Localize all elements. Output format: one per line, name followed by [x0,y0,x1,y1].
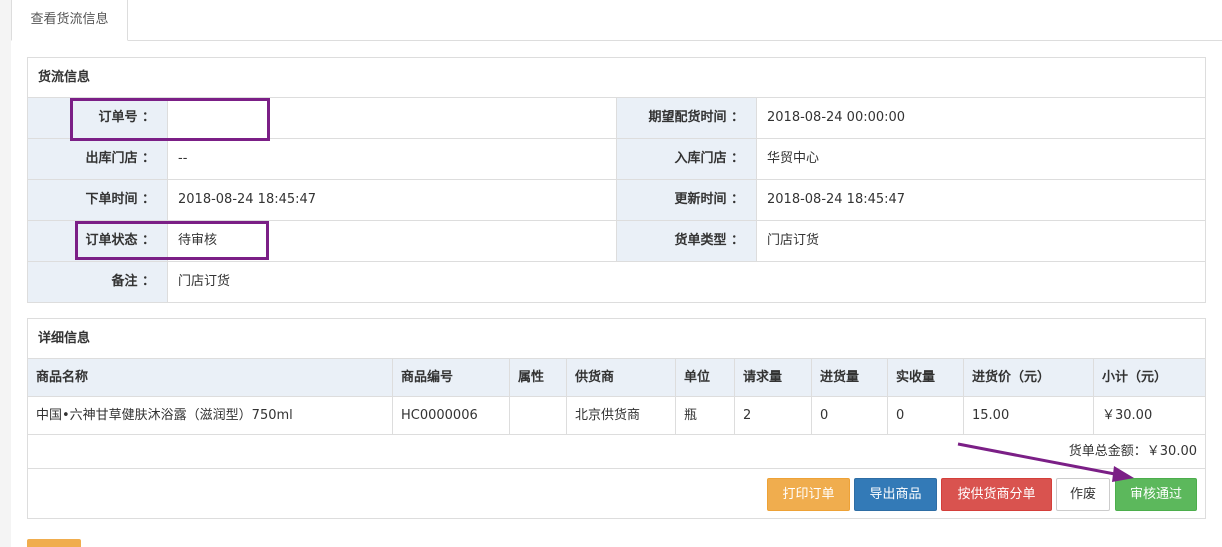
tab-view-cargo-info[interactable]: 查看货流信息 [11,0,128,41]
subtotal-cell: ￥30.00 [1102,408,1153,423]
info-row-status: 订单状态 ： 待审核 货单类型 ： 门店订货 [28,221,1205,262]
unit-cell: 瓶 [676,397,735,434]
order-time-label: 下单时间 ： [28,180,168,220]
cargo-info-panel: 货流信息 订单号 ： 期望配货时间 ： 2018-08-24 00:00:00 … [27,57,1206,303]
column-header: 商品编号 [393,359,510,396]
table-row: 中国•六神甘草健肤沐浴露（滋润型）750ml HC0000006 北京供货商 瓶… [28,397,1205,435]
left-sidebar-strip [0,0,11,547]
update-time-label: 更新时间 ： [616,180,757,220]
info-row-stores: 出库门店 ： -- 入库门店 ： 华贸中心 [28,139,1205,180]
order-time-value: 2018-08-24 18:45:47 [178,192,317,207]
requested-qty-cell: 2 [735,397,812,434]
info-row-remark: 备注 ： 门店订货 [28,262,1205,303]
inbound-store-value: 华贸中心 [767,151,820,166]
remark-label: 备注 ： [28,262,168,302]
order-number-label: 订单号 ： [28,98,168,138]
column-header: 供货商 [567,359,676,396]
column-header: 实收量 [888,359,964,396]
attribute-cell [510,397,567,434]
column-header: 属性 [510,359,567,396]
tab-bar: 查看货流信息 [11,0,1222,41]
order-type-label: 货单类型 ： [616,221,757,261]
inbound-store-label: 入库门店 ： [616,139,757,179]
product-code-cell: HC0000006 [393,397,510,434]
order-status-value: 待审核 [178,233,218,248]
order-type-value: 门店订货 [767,233,820,248]
print-order-button[interactable]: 打印订单 [767,478,850,511]
outbound-store-label: 出库门店 ： [28,139,168,179]
column-header: 单位 [676,359,735,396]
detail-info-panel: 详细信息 商品名称 商品编号 属性 供货商 单位 请求量 进货量 实收量 进货价… [27,318,1206,519]
order-status-label: 订单状态 ： [28,221,168,261]
action-button-bar: 打印订单 导出商品 按供货商分单 作废 审核通过 [28,469,1205,519]
detail-info-title: 详细信息 [28,319,1205,359]
update-time-value: 2018-08-24 18:45:47 [767,192,906,207]
purchase-qty-cell: 0 [812,397,888,434]
column-header: 进货价（元） [964,359,1094,396]
order-total-amount: 货单总金额：￥30.00 [28,435,1205,469]
column-header: 进货量 [812,359,888,396]
column-header: 商品名称 [28,359,393,396]
column-header: 请求量 [735,359,812,396]
expected-delivery-label: 期望配货时间 ： [616,98,757,138]
approve-button[interactable]: 审核通过 [1115,478,1197,511]
product-name-cell: 中国•六神甘草健肤沐浴露（滋润型）750ml [28,397,393,434]
info-row-times: 下单时间 ： 2018-08-24 18:45:47 更新时间 ： 2018-0… [28,180,1205,221]
detail-table-header: 商品名称 商品编号 属性 供货商 单位 请求量 进货量 实收量 进货价（元） 小… [28,359,1205,397]
column-header: 小计（元） [1102,370,1168,385]
purchase-price-cell: 15.00 [964,397,1094,434]
supplier-cell: 北京供货商 [567,397,676,434]
received-qty-cell: 0 [888,397,964,434]
back-button-partial[interactable] [27,539,81,547]
void-order-button[interactable]: 作废 [1056,478,1110,511]
info-row-order-number: 订单号 ： 期望配货时间 ： 2018-08-24 00:00:00 [28,98,1205,139]
outbound-store-value: -- [178,151,188,166]
split-by-supplier-button[interactable]: 按供货商分单 [941,478,1052,511]
expected-delivery-value: 2018-08-24 00:00:00 [767,110,906,125]
cargo-info-title: 货流信息 [28,58,1205,98]
remark-value: 门店订货 [178,274,231,289]
order-number-value [168,98,616,138]
export-products-button[interactable]: 导出商品 [854,478,937,511]
